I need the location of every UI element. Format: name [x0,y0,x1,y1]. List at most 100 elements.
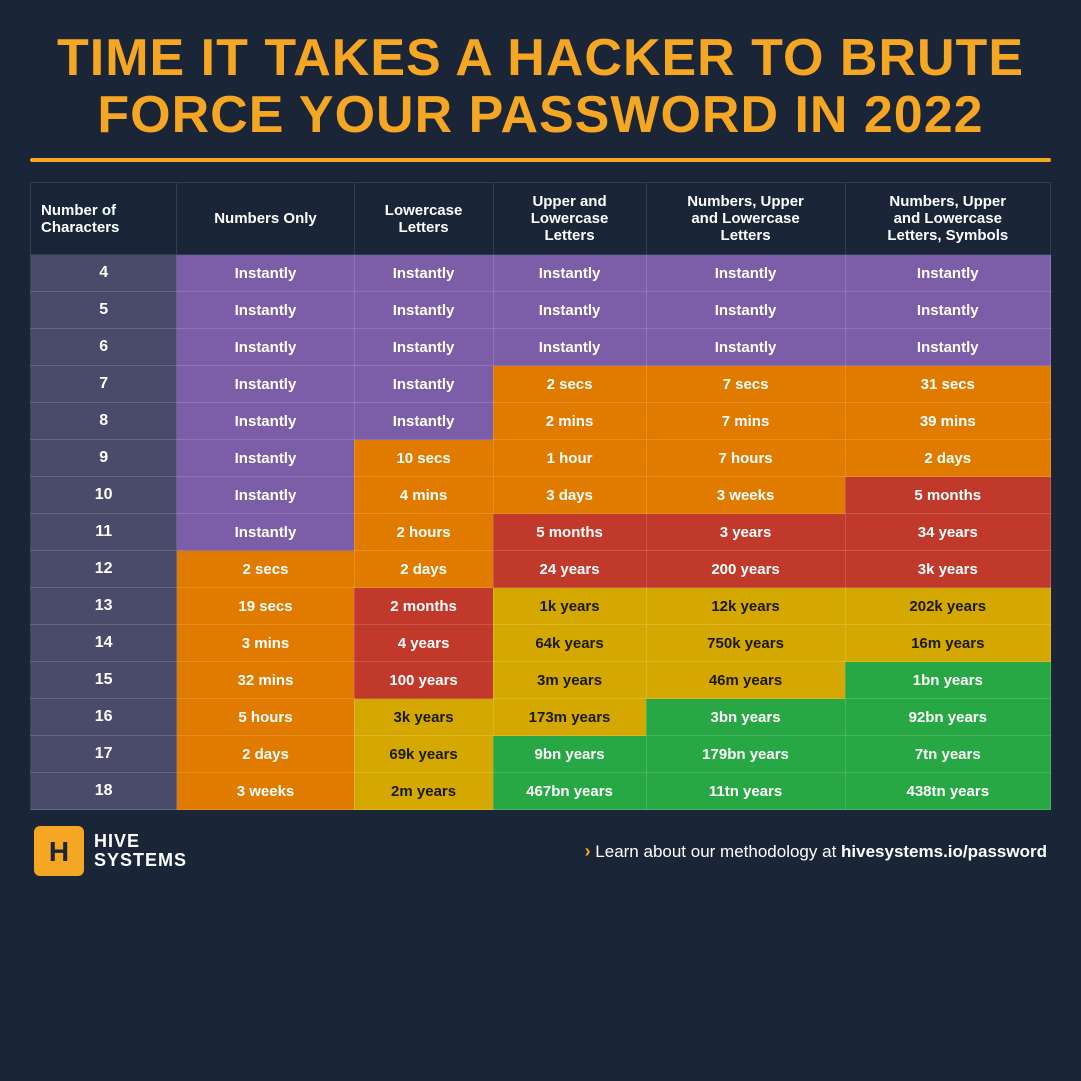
cell-col1: Instantly [177,440,354,477]
title-divider [30,158,1051,162]
cell-col5: 202k years [845,588,1050,625]
hive-logo-icon: H [34,826,84,876]
cell-col5: 5 months [845,477,1050,514]
cell-chars: 10 [31,477,177,514]
table-row: 122 secs2 days24 years200 years3k years [31,551,1051,588]
table-row: 1532 mins100 years3m years46m years1bn y… [31,662,1051,699]
table-row: 5InstantlyInstantlyInstantlyInstantlyIns… [31,292,1051,329]
cell-chars: 16 [31,699,177,736]
table-row: 11Instantly2 hours5 months3 years34 year… [31,514,1051,551]
table-row: 9Instantly10 secs1 hour7 hours2 days [31,440,1051,477]
cell-col2: Instantly [354,255,493,292]
cell-col3: 5 months [493,514,646,551]
cell-col3: 64k years [493,625,646,662]
title-year: 2022 [864,86,984,144]
cell-col3: 2 secs [493,366,646,403]
cell-col3: 173m years [493,699,646,736]
cell-col3: 1k years [493,588,646,625]
cell-col2: 2 hours [354,514,493,551]
table-header-row: Number ofCharacters Numbers Only Lowerca… [31,183,1051,255]
table-wrapper: Number ofCharacters Numbers Only Lowerca… [30,182,1051,810]
cell-col3: 3m years [493,662,646,699]
cell-col4: 3 weeks [646,477,845,514]
header-chars: Number ofCharacters [31,183,177,255]
cell-col3: 9bn years [493,736,646,773]
cell-col4: 179bn years [646,736,845,773]
cell-col1: 2 days [177,736,354,773]
cell-chars: 6 [31,329,177,366]
cell-chars: 14 [31,625,177,662]
cell-col1: 5 hours [177,699,354,736]
cell-chars: 7 [31,366,177,403]
cell-chars: 8 [31,403,177,440]
cell-col2: 4 mins [354,477,493,514]
cell-col2: 69k years [354,736,493,773]
cell-chars: 4 [31,255,177,292]
cell-col4: Instantly [646,292,845,329]
footer: H HIVE SYSTEMS › Learn about our methodo… [30,826,1051,876]
cell-col3: 3 days [493,477,646,514]
cell-col2: Instantly [354,292,493,329]
cell-col5: 39 mins [845,403,1050,440]
cell-col1: Instantly [177,477,354,514]
cell-col3: 2 mins [493,403,646,440]
cell-col2: Instantly [354,329,493,366]
cell-col1: 2 secs [177,551,354,588]
cell-col5: 16m years [845,625,1050,662]
cell-chars: 5 [31,292,177,329]
cell-col1: Instantly [177,329,354,366]
cell-col5: 1bn years [845,662,1050,699]
cell-col4: 7 hours [646,440,845,477]
cell-col2: 2 days [354,551,493,588]
cell-col1: 3 weeks [177,773,354,810]
main-container: TIME IT TAKES A HACKER TO BRUTE FORCE YO… [0,0,1081,896]
cell-col1: Instantly [177,255,354,292]
cell-chars: 17 [31,736,177,773]
cell-chars: 12 [31,551,177,588]
cell-col1: Instantly [177,514,354,551]
hive-systems-text: HIVE SYSTEMS [94,832,187,872]
cell-col2: 100 years [354,662,493,699]
cell-col1: 32 mins [177,662,354,699]
svg-text:H: H [49,836,69,867]
cell-col4: 750k years [646,625,845,662]
table-row: 143 mins4 years64k years750k years16m ye… [31,625,1051,662]
cell-col5: 2 days [845,440,1050,477]
cell-col1: 3 mins [177,625,354,662]
password-table: Number ofCharacters Numbers Only Lowerca… [30,182,1051,810]
table-row: 165 hours3k years173m years3bn years92bn… [31,699,1051,736]
cell-col2: 2m years [354,773,493,810]
table-row: 7InstantlyInstantly2 secs7 secs31 secs [31,366,1051,403]
footer-link: › Learn about our methodology at hivesys… [585,841,1047,862]
title-line2: FORCE YOUR PASSWORD IN [97,86,863,144]
table-row: 6InstantlyInstantlyInstantlyInstantlyIns… [31,329,1051,366]
table-row: 10Instantly4 mins3 days3 weeks5 months [31,477,1051,514]
cell-col4: 7 mins [646,403,845,440]
cell-col5: 3k years [845,551,1050,588]
cell-col4: 3 years [646,514,845,551]
cell-col2: Instantly [354,366,493,403]
cell-col4: 200 years [646,551,845,588]
cell-chars: 18 [31,773,177,810]
cell-col5: 92bn years [845,699,1050,736]
cell-col3: 24 years [493,551,646,588]
cell-col5: 438tn years [845,773,1050,810]
cell-col5: 31 secs [845,366,1050,403]
table-row: 172 days69k years9bn years179bn years7tn… [31,736,1051,773]
cell-col4: 3bn years [646,699,845,736]
cell-col4: 11tn years [646,773,845,810]
cell-col3: 467bn years [493,773,646,810]
cell-col2: Instantly [354,403,493,440]
hive-logo: H HIVE SYSTEMS [34,826,187,876]
header-numbers-upper-lower: Numbers, Upperand LowercaseLetters [646,183,845,255]
cell-col5: Instantly [845,255,1050,292]
cell-col2: 4 years [354,625,493,662]
cell-chars: 11 [31,514,177,551]
cell-col4: Instantly [646,329,845,366]
header-lowercase: LowercaseLetters [354,183,493,255]
header-numbers-only: Numbers Only [177,183,354,255]
main-title: TIME IT TAKES A HACKER TO BRUTE FORCE YO… [30,30,1051,144]
cell-col2: 10 secs [354,440,493,477]
cell-col4: 12k years [646,588,845,625]
cell-col2: 2 months [354,588,493,625]
